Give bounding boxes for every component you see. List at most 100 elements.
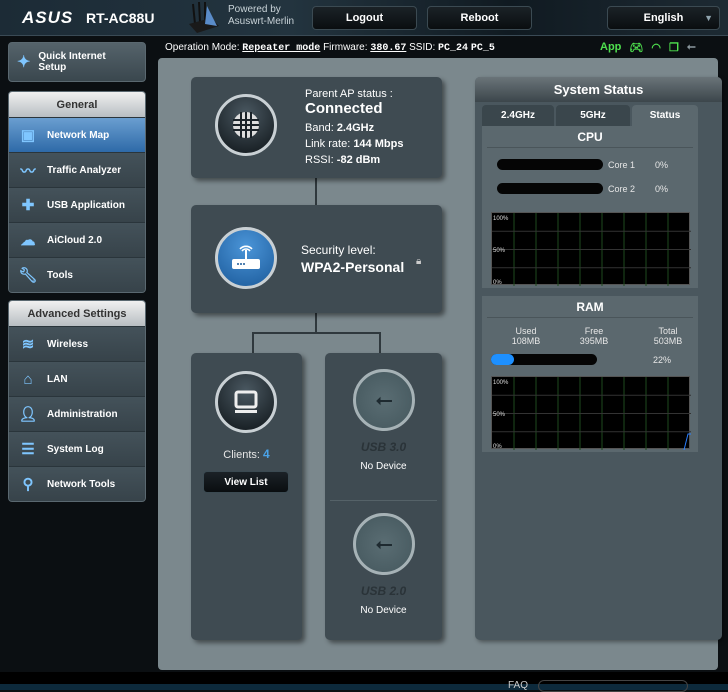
usb-card: ⭠ USB 3.0 No Device ⭠ USB 2.0 No Device — [325, 353, 442, 640]
powered-by-label: Powered by — [228, 4, 281, 15]
ram-percent: 22% — [653, 355, 672, 365]
clients-count: 4 — [263, 447, 270, 461]
rssi-label: RSSI: — [305, 154, 334, 166]
cpu-section: CPU Core 1 0% Core 2 0% 100% 50% 0% — [482, 126, 698, 288]
usb-3-status: No Device — [360, 461, 407, 472]
sidebar-item-label: Tools — [47, 269, 73, 281]
firmware-label: Firmware: — [323, 42, 368, 53]
op-mode-label: Operation Mode: — [165, 42, 240, 53]
axis-tick-label: 50% — [493, 412, 506, 418]
logout-button[interactable]: Logout — [312, 6, 417, 30]
connector-line — [379, 332, 381, 353]
connector-line — [252, 332, 254, 353]
band-value: 2.4GHz — [336, 122, 375, 134]
sidebar-item-traffic-analyzer[interactable]: 〰 Traffic Analyzer — [9, 152, 145, 187]
quick-setup-label: Quick Internet Setup — [38, 51, 106, 73]
ram-usage-line — [683, 433, 691, 451]
sidebar-item-label: Wireless — [47, 338, 89, 350]
model-name: RT-AC88U — [86, 10, 155, 26]
core2-label: Core 2 — [608, 184, 636, 194]
ram-total-value: 503MB — [653, 336, 683, 346]
sidebar-item-network-map[interactable]: ▣ Network Map — [9, 117, 145, 152]
ram-graph: 100% 50% 0% — [491, 376, 691, 451]
sidebar-item-wireless[interactable]: ≋ Wireless — [9, 326, 145, 361]
usb-2-icon[interactable]: ⭠ — [353, 513, 415, 575]
router-image — [185, 1, 221, 34]
general-heading: General — [9, 92, 145, 117]
computer-icon — [215, 371, 277, 433]
usb-icon[interactable]: ⭠ — [687, 41, 696, 54]
system-status-title: System Status — [475, 77, 722, 102]
user-icon: 👤︎ — [18, 406, 38, 423]
ram-used-value: 108MB — [511, 336, 541, 346]
sidebar-item-tools[interactable]: 🔧︎ Tools — [9, 257, 145, 292]
firmware-link[interactable]: 380.67 — [370, 43, 406, 54]
axis-tick-label: 50% — [493, 248, 506, 254]
usb-2-status: No Device — [360, 605, 407, 616]
axis-tick-label: 100% — [493, 216, 509, 222]
reboot-button[interactable]: Reboot — [427, 6, 532, 30]
rssi-value: -82 dBm — [336, 154, 381, 166]
sidebar-item-network-tools[interactable]: ⚲ Network Tools — [9, 466, 145, 501]
puzzle-icon: ✚ — [21, 197, 35, 214]
language-value: English — [643, 12, 684, 24]
advanced-heading: Advanced Settings — [9, 301, 145, 326]
sidebar-item-aicloud[interactable]: ☁ AiCloud 2.0 — [9, 222, 145, 257]
sidebar-advanced: Advanced Settings ≋ Wireless ⌂ LAN 👤︎ Admin… — [8, 300, 146, 502]
usb-3-icon[interactable]: ⭠ — [353, 369, 415, 431]
sidebar-item-lan[interactable]: ⌂ LAN — [9, 361, 145, 396]
tab-5ghz[interactable]: 5GHz — [556, 105, 630, 126]
router-card[interactable]: Security level: WPA2-Personal 🔒︎ — [191, 205, 442, 313]
chart-icon: 〰 — [20, 162, 36, 180]
security-value: WPA2-Personal — [301, 259, 405, 275]
wifi-icon: ≋ — [21, 336, 35, 353]
sidebar-item-label: Traffic Analyzer — [47, 164, 122, 176]
sidebar-item-label: Network Map — [47, 129, 110, 141]
faq-search-input[interactable] — [538, 680, 688, 692]
cpu-graph: 100% 50% 0% — [491, 212, 691, 286]
clients-card[interactable]: Clients: 4 View List — [191, 353, 302, 640]
ssid-24: PC_24 — [438, 43, 469, 54]
connector-line — [315, 178, 317, 205]
app-link[interactable]: App — [600, 41, 621, 54]
usb-3-label: USB 3.0 — [360, 440, 407, 454]
sidebar-item-system-log[interactable]: ☰ System Log — [9, 431, 145, 466]
log-icon: ☰ — [21, 441, 35, 458]
faq-label: FAQ — [508, 680, 529, 691]
chevron-down-icon: ▼ — [704, 13, 713, 23]
gamepad-icon[interactable]: 🎮︎ — [629, 41, 643, 54]
ram-usage-fill — [491, 354, 515, 365]
ssid-label: SSID: — [409, 42, 436, 53]
tab-status[interactable]: Status — [632, 105, 698, 126]
sidebar-item-label: Administration — [47, 408, 118, 420]
sidebar-item-label: LAN — [47, 373, 68, 385]
sidebar-item-administration[interactable]: 👤︎ Administration — [9, 396, 145, 431]
copy-icon[interactable]: ❐ — [669, 41, 679, 54]
firmware-name: Asuswrt-Merlin — [228, 16, 295, 27]
op-mode-link[interactable]: Repeater mode — [242, 43, 320, 54]
quick-internet-setup[interactable]: ✦ Quick Internet Setup — [8, 42, 146, 82]
cpu-core2-bar — [497, 183, 603, 194]
internet-status-card[interactable]: Parent AP status : Connected Band: 2.4GH… — [191, 77, 442, 178]
wifi-icon[interactable]: ◠ — [651, 41, 661, 54]
sidebar-general: General ▣ Network Map 〰 Traffic Analyzer ✚… — [8, 91, 146, 293]
magic-wand-icon: ✦ — [17, 54, 31, 71]
clients-label: Clients: — [223, 449, 260, 461]
connector-line — [315, 313, 317, 333]
language-select[interactable]: English ▼ — [607, 6, 720, 30]
view-list-button[interactable]: View List — [203, 471, 289, 493]
search-icon: ⚲ — [22, 476, 34, 493]
divider — [330, 500, 437, 501]
tab-2-4ghz[interactable]: 2.4GHz — [482, 105, 554, 126]
sidebar-item-label: AiCloud 2.0 — [47, 234, 103, 246]
asus-logo: ASUS — [22, 8, 74, 27]
sidebar-item-usb-application[interactable]: ✚ USB Application — [9, 187, 145, 222]
wrench-icon: 🔧︎ — [18, 267, 38, 284]
ram-title: RAM — [487, 296, 693, 318]
ram-total-label: Total — [658, 326, 678, 336]
cpu-title: CPU — [487, 126, 693, 148]
cloud-icon: ☁ — [20, 232, 36, 249]
info-bar: Operation Mode: Repeater mode Firmware: … — [165, 42, 495, 54]
connector-line — [252, 332, 380, 334]
cpu-core1-bar — [497, 159, 603, 170]
